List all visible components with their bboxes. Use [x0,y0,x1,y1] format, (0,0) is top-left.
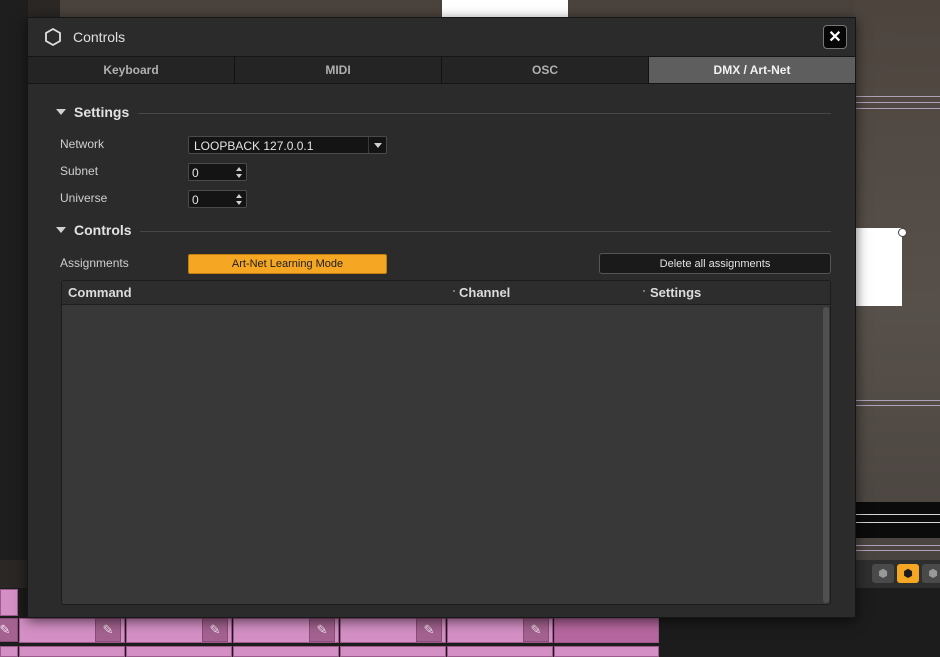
stepper-down-icon[interactable] [236,201,242,205]
assignments-table: Command Channel Settings [61,280,831,605]
clip-tile[interactable] [447,646,553,657]
stepper-down-icon[interactable] [236,174,242,178]
network-select[interactable]: LOOPBACK 127.0.0.1 [188,136,387,154]
background-white-card [856,228,902,306]
tab-bar: Keyboard MIDI OSC DMX / Art-Net [28,56,855,84]
tab-dmx-artnet[interactable]: DMX / Art-Net [649,57,855,83]
pencil-icon[interactable]: ✎ [523,618,549,642]
column-divider[interactable] [643,290,645,292]
background-line [856,400,940,401]
background-line [856,405,940,406]
clip-tile[interactable] [126,646,232,657]
divider [138,113,831,114]
tab-osc[interactable]: OSC [442,57,649,83]
background-toolbar: ⬢ ⬢ ⬢ [856,560,940,588]
clip-tile[interactable] [0,646,18,657]
controls-section-header[interactable]: Controls [54,221,831,241]
subnet-label: Subnet [60,164,99,178]
clip-tile[interactable] [554,646,659,657]
background-line [856,102,940,103]
background-line [856,550,940,551]
background-line [856,108,940,109]
network-value: LOOPBACK 127.0.0.1 [194,139,314,153]
table-scrollbar[interactable] [823,307,829,603]
hexagon-small-icon[interactable]: ⬢ [872,564,894,583]
background-white-panel [442,0,568,18]
controls-heading: Controls [74,222,132,238]
column-header-settings[interactable]: Settings [650,285,701,300]
background-left-panel [0,0,28,560]
close-button[interactable]: ✕ [823,25,847,49]
clip-tile[interactable] [19,646,125,657]
clip-tile[interactable] [554,618,659,643]
background-line [856,545,940,546]
column-header-channel[interactable]: Channel [459,285,510,300]
clip-tile[interactable] [340,646,446,657]
subnet-stepper[interactable]: 0 [188,163,247,181]
artnet-learning-mode-button[interactable]: Art-Net Learning Mode [188,254,387,274]
hexagon-filled-icon[interactable]: ⬢ [897,564,919,583]
stepper-up-icon[interactable] [236,167,242,171]
clip-tile[interactable] [233,646,339,657]
stepper-up-icon[interactable] [236,194,242,198]
pencil-icon[interactable]: ✎ [309,618,335,642]
divider [140,231,831,232]
pencil-icon[interactable]: ✎ [416,618,442,642]
select-separator [368,137,369,153]
universe-value: 0 [192,193,199,207]
card-handle[interactable] [898,228,907,237]
chevron-down-icon [374,143,382,148]
tab-keyboard[interactable]: Keyboard [28,57,235,83]
hexagon-outline-icon[interactable]: ⬢ [922,564,940,583]
tab-midi[interactable]: MIDI [235,57,442,83]
network-label: Network [60,137,105,151]
dialog-title: Controls [73,29,126,45]
collapse-arrow-icon[interactable] [56,109,66,115]
background-dark-strip [856,502,940,538]
background-line [856,96,940,97]
hexagon-icon [45,27,61,47]
table-header: Command Channel Settings [62,281,830,305]
settings-heading: Settings [74,104,130,120]
collapse-arrow-icon[interactable] [56,227,66,233]
settings-section-header[interactable]: Settings [54,103,831,123]
delete-all-assignments-button[interactable]: Delete all assignments [599,253,831,274]
column-header-command[interactable]: Command [68,285,132,300]
clip-tile[interactable] [0,589,18,616]
assignments-label: Assignments [60,256,129,270]
pencil-icon[interactable]: ✎ [202,618,228,642]
universe-stepper[interactable]: 0 [188,190,247,208]
column-divider[interactable] [453,290,455,292]
pencil-icon[interactable]: ✎ [95,618,121,642]
universe-label: Universe [60,191,108,205]
subnet-value: 0 [192,166,199,180]
dialog-titlebar[interactable]: Controls ✕ [28,18,855,56]
pencil-icon[interactable]: ✎ [0,618,18,642]
controls-dialog: Controls ✕ Keyboard MIDI OSC DMX / Art-N… [27,17,856,618]
